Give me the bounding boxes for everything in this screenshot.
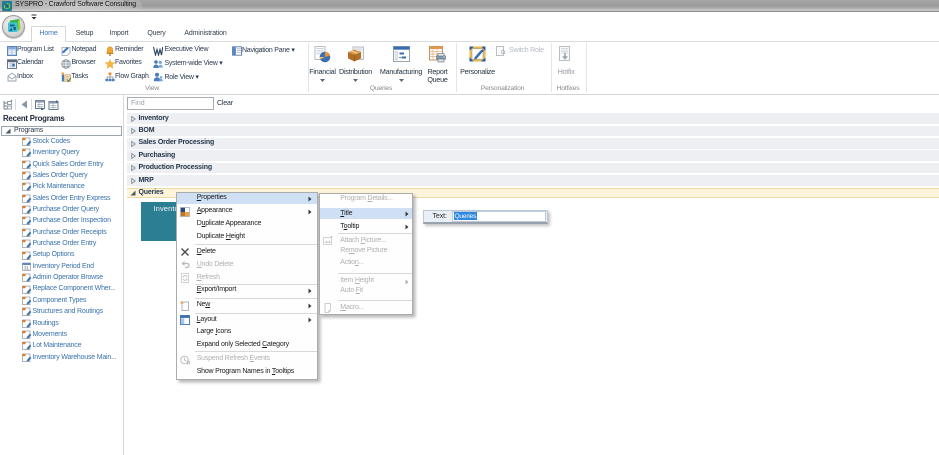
svg-text:31: 31 — [23, 265, 29, 270]
